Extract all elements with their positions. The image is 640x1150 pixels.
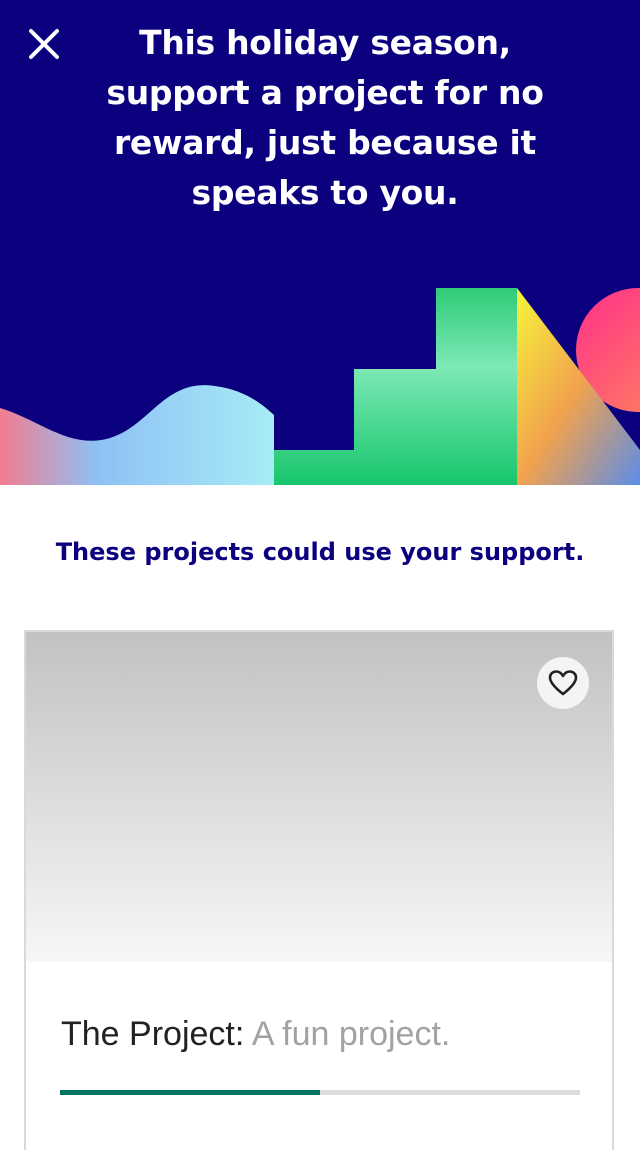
project-card[interactable]: The Project: A fun project. (24, 630, 614, 1150)
funding-progress-fill (60, 1090, 320, 1095)
hero-banner: This holiday season, support a project f… (0, 0, 640, 485)
hero-title: This holiday season, support a project f… (106, 23, 544, 212)
project-name: The Project: (61, 1015, 245, 1053)
art-stairs (274, 288, 517, 485)
favorite-button[interactable] (537, 657, 589, 709)
funding-progress-bar (60, 1090, 580, 1095)
close-button[interactable] (22, 22, 66, 66)
project-image-placeholder[interactable] (26, 632, 612, 962)
heart-outline-icon (548, 670, 578, 696)
project-title-line: The Project: A fun project. (61, 1012, 450, 1056)
close-icon (29, 29, 59, 59)
art-wave (0, 385, 274, 485)
project-blurb: A fun project. (251, 1015, 451, 1053)
hero-illustration (0, 288, 640, 485)
section-subtitle: These projects could use your support. (55, 538, 585, 566)
